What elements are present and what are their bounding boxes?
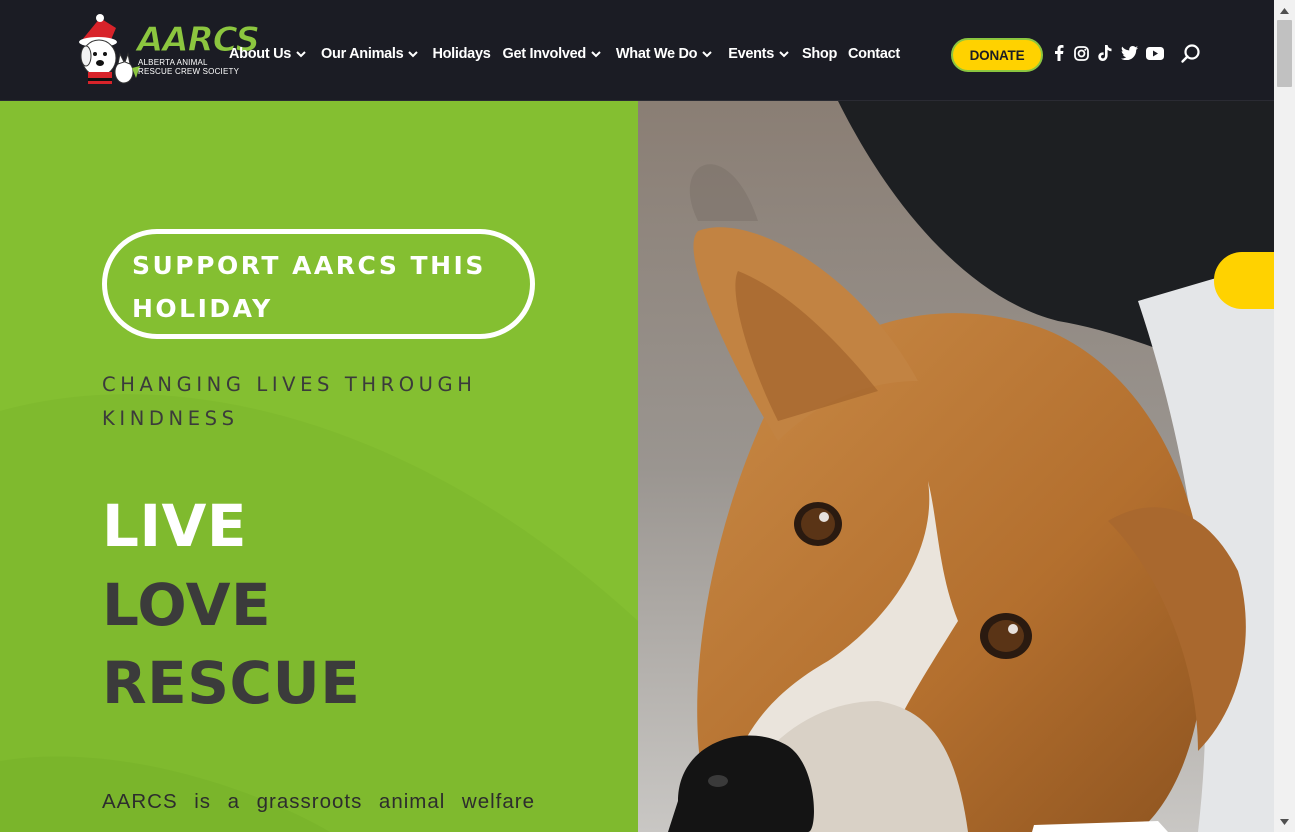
chevron-down-icon (294, 49, 308, 59)
nav-item-our-animals[interactable]: Our Animals (321, 46, 420, 62)
twitter-icon[interactable] (1120, 44, 1138, 62)
dog-photo (638, 101, 1274, 832)
nav-item-get-involved[interactable]: Get Involved (502, 46, 602, 62)
donate-button[interactable]: DONATE (951, 38, 1043, 72)
background-wave-shape (0, 394, 638, 832)
nav-label: About Us (229, 46, 292, 62)
headline-word-love: LOVE (102, 571, 272, 639)
nav-label: Get Involved (502, 46, 586, 62)
scrollbar[interactable] (1274, 0, 1295, 832)
nav-item-holidays[interactable]: Holidays (432, 46, 490, 62)
hero-tagline: CHANGING LIVES THROUGH KINDNESS (102, 373, 477, 430)
nav-item-contact[interactable]: Contact (848, 46, 900, 62)
nav-item-shop[interactable]: Shop (802, 46, 837, 62)
hero-intro-text: AARCS is a grassroots animal welfare (102, 790, 535, 813)
youtube-icon[interactable] (1146, 44, 1164, 62)
scroll-up-arrow-icon[interactable] (1274, 2, 1295, 19)
main-nav: About Us Our Animals Holidays Get Involv… (229, 44, 900, 64)
chevron-down-icon (700, 49, 714, 59)
nav-item-what-we-do[interactable]: What We Do (616, 46, 714, 62)
logo-subtitle-line1: ALBERTA ANIMAL (138, 58, 208, 67)
instagram-icon[interactable] (1072, 44, 1090, 62)
nav-label: Holidays (432, 46, 491, 62)
support-aarcs-holiday-button[interactable]: SUPPORT AARCS THIS HOLIDAY (102, 229, 535, 339)
support-button-label: SUPPORT AARCS THIS HOLIDAY (132, 251, 486, 323)
nav-label: What We Do (615, 46, 698, 62)
side-tab-button[interactable] (1214, 252, 1274, 309)
chevron-down-icon (406, 49, 420, 59)
nav-label: Shop (801, 46, 838, 62)
facebook-icon[interactable] (1050, 44, 1068, 62)
nav-item-about-us[interactable]: About Us (229, 46, 308, 62)
tiktok-icon[interactable] (1096, 44, 1114, 62)
hero-text-panel (0, 101, 638, 832)
nav-label: Events (728, 46, 774, 62)
headline-word-rescue: RESCUE (102, 649, 361, 717)
chevron-down-icon (777, 49, 791, 59)
headline-word-live: LIVE (102, 492, 248, 560)
logo-subtitle-line2: RESCUE CREW SOCIETY (138, 67, 240, 76)
dog-photo-illustration (638, 101, 1274, 832)
chevron-down-icon (589, 49, 603, 59)
site-header: AARCS ALBERTA ANIMAL RESCUE CREW SOCIETY… (0, 0, 1274, 101)
scroll-down-arrow-icon[interactable] (1274, 813, 1295, 830)
search-icon[interactable] (1179, 42, 1203, 66)
nav-label: Contact (848, 46, 900, 62)
scrollbar-thumb[interactable] (1277, 20, 1292, 87)
nav-item-events[interactable]: Events (728, 46, 791, 62)
nav-label: Our Animals (321, 46, 404, 62)
santa-dog-mascot-icon (79, 14, 140, 84)
aarcs-logo[interactable]: AARCS ALBERTA ANIMAL RESCUE CREW SOCIETY (76, 14, 261, 86)
